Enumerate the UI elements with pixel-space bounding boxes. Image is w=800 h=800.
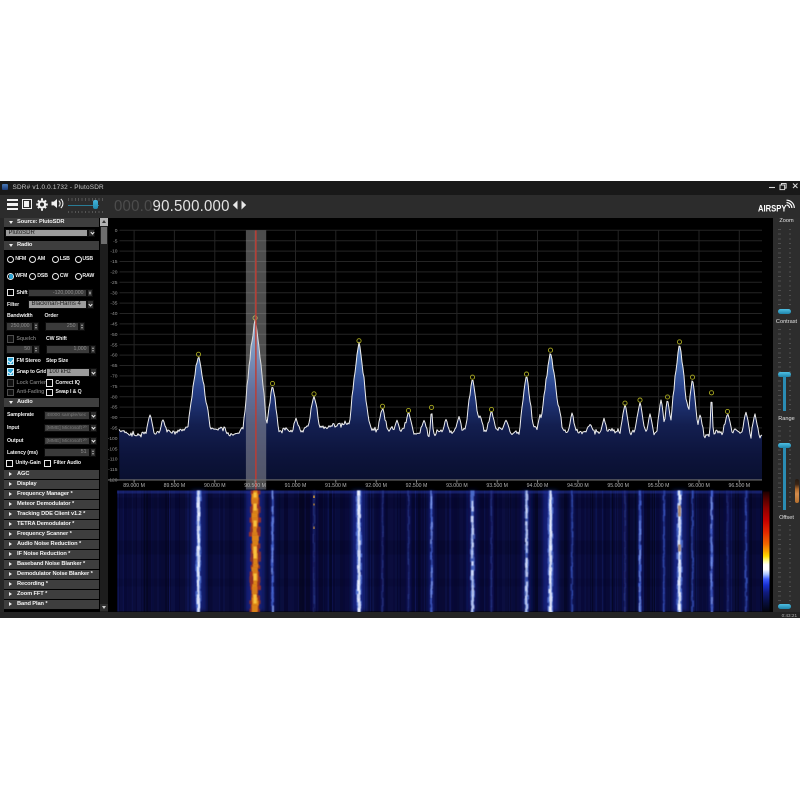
- svg-text:94.500 M: 94.500 M: [567, 482, 589, 488]
- svg-text:89.000 M: 89.000 M: [123, 482, 145, 488]
- svg-text:-100: -100: [108, 435, 118, 441]
- svg-text:93.500 M: 93.500 M: [486, 482, 508, 488]
- svg-text:90.000 M: 90.000 M: [204, 482, 226, 488]
- svg-text:-15: -15: [110, 259, 117, 265]
- svg-text:-25: -25: [110, 279, 117, 285]
- svg-text:-115: -115: [108, 467, 118, 473]
- svg-text:91.500 M: 91.500 M: [325, 482, 347, 488]
- svg-text:-120: -120: [108, 477, 118, 483]
- svg-text:-45: -45: [110, 321, 117, 327]
- svg-text:96.500 M: 96.500 M: [728, 482, 750, 488]
- svg-text:AIRSPY: AIRSPY: [758, 204, 787, 214]
- svg-text:-105: -105: [108, 446, 118, 452]
- svg-text:-55: -55: [110, 342, 117, 348]
- svg-text:-65: -65: [110, 363, 117, 369]
- svg-text:-40: -40: [110, 311, 117, 317]
- svg-text:89.500 M: 89.500 M: [164, 482, 186, 488]
- svg-text:-50: -50: [110, 331, 117, 337]
- svg-text:96.000 M: 96.000 M: [688, 482, 710, 488]
- svg-text:-30: -30: [110, 290, 117, 296]
- svg-text:-70: -70: [110, 373, 117, 379]
- svg-text:-35: -35: [110, 300, 117, 306]
- svg-text:91.000 M: 91.000 M: [285, 482, 307, 488]
- svg-text:-80: -80: [110, 394, 117, 400]
- svg-text:92.000 M: 92.000 M: [365, 482, 387, 488]
- svg-text:95.000 M: 95.000 M: [607, 482, 629, 488]
- svg-text:-10: -10: [110, 248, 117, 254]
- svg-text:-110: -110: [108, 456, 118, 462]
- svg-text:-5: -5: [113, 238, 118, 244]
- svg-text:95.500 M: 95.500 M: [648, 482, 670, 488]
- svg-text:-85: -85: [110, 404, 117, 410]
- svg-text:93.000 M: 93.000 M: [446, 482, 468, 488]
- svg-text:-90: -90: [110, 415, 117, 421]
- svg-text:90.500 M: 90.500 M: [244, 482, 266, 488]
- svg-text:94.000 M: 94.000 M: [527, 482, 549, 488]
- svg-text:-75: -75: [110, 383, 117, 389]
- svg-text:-60: -60: [110, 352, 117, 358]
- svg-text:92.500 M: 92.500 M: [406, 482, 428, 488]
- svg-text:-95: -95: [110, 425, 117, 431]
- svg-text:0: 0: [115, 227, 118, 233]
- svg-text:-20: -20: [110, 269, 117, 275]
